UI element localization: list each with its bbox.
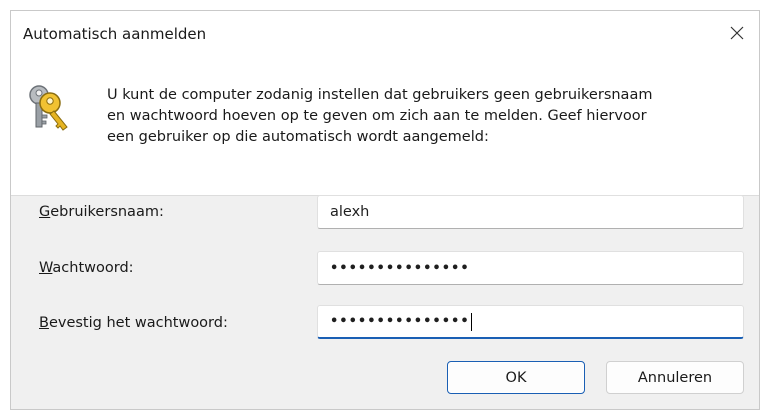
close-icon — [730, 26, 744, 40]
password-label: Wachtwoord: — [39, 260, 134, 276]
auto-logon-dialog: Automatisch aanmelden U kunt de computer… — [10, 10, 760, 410]
password-label-accel: W — [39, 260, 53, 276]
close-button[interactable] — [715, 11, 759, 55]
confirm-password-value: ••••••••••••••• — [330, 314, 470, 329]
ok-button[interactable]: OK — [447, 361, 585, 394]
keys-icon — [29, 85, 68, 131]
username-label-accel: G — [39, 204, 51, 220]
window-title: Automatisch aanmelden — [23, 25, 207, 43]
confirm-label-text: evestig het wachtwoord: — [48, 315, 228, 331]
username-field[interactable]: alexh — [317, 195, 744, 229]
cancel-button[interactable]: Annuleren — [606, 361, 744, 394]
password-field[interactable]: ••••••••••••••• — [317, 251, 744, 285]
password-label-text: achtwoord: — [52, 260, 134, 276]
confirm-label-accel: B — [39, 315, 49, 331]
username-value: alexh — [330, 204, 370, 220]
username-label: Gebruikersnaam: — [39, 204, 164, 220]
password-value: ••••••••••••••• — [330, 260, 470, 276]
title-bar: Automatisch aanmelden — [11, 11, 759, 59]
text-caret — [470, 312, 472, 331]
instructions-text: U kunt de computer zodanig instellen dat… — [107, 87, 653, 145]
confirm-password-label: Bevestig het wachtwoord: — [39, 315, 228, 331]
confirm-password-field[interactable]: ••••••••••••••• — [317, 305, 744, 339]
username-label-text: ebruikersnaam: — [50, 204, 164, 220]
